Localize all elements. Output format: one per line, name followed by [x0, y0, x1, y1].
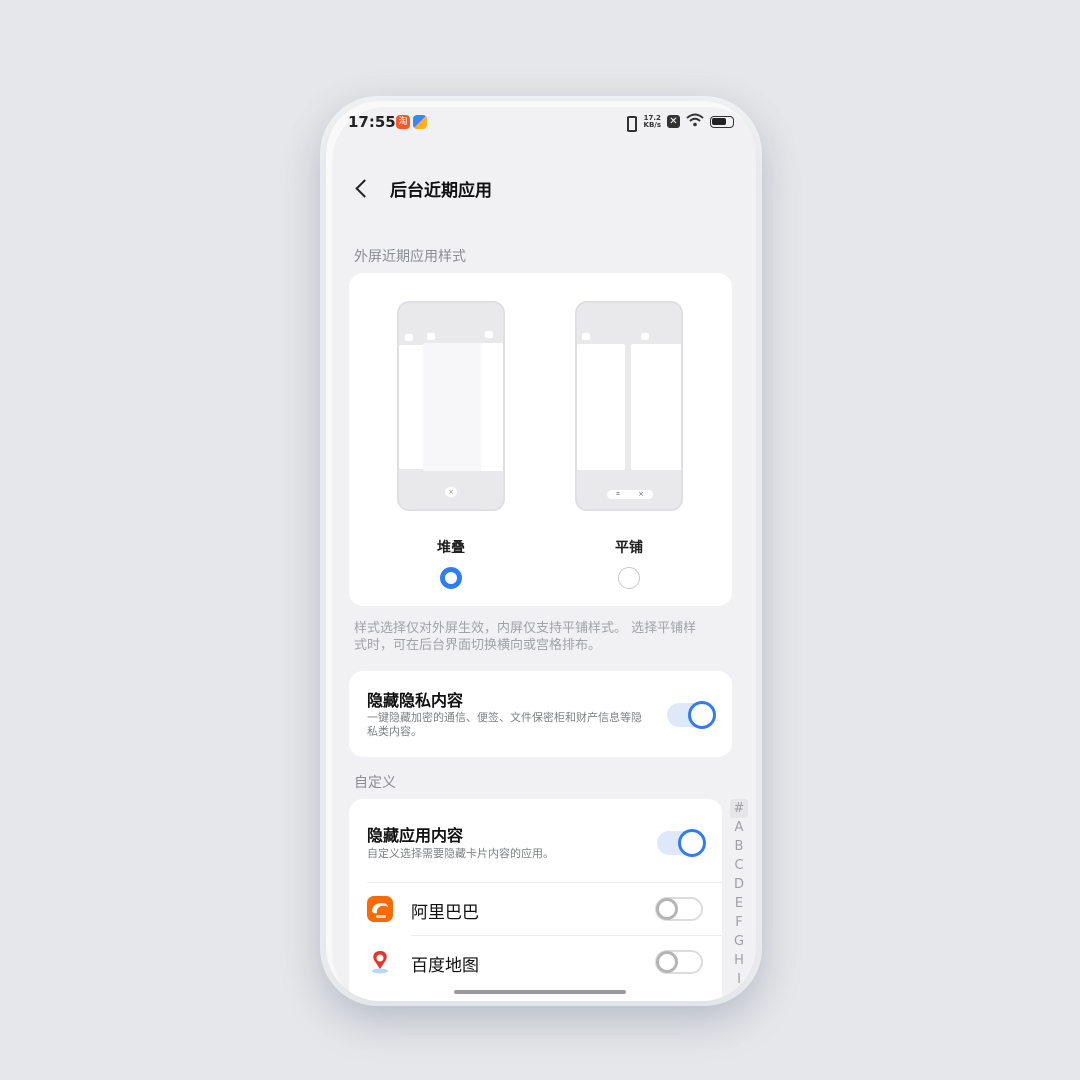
privacy-title: 隐藏隐私内容 [367, 691, 464, 710]
nfc-icon: ✕ [667, 115, 680, 128]
custom-card: 隐藏应用内容 自定义选择需要隐藏卡片内容的应用。 阿里巴巴 百度地图 [349, 799, 722, 1001]
stack-style-preview[interactable]: × [397, 301, 505, 511]
index-item[interactable]: D [730, 875, 748, 894]
index-item[interactable]: E [730, 894, 748, 913]
index-item[interactable]: B [730, 837, 748, 856]
index-item[interactable]: F [730, 913, 748, 932]
app-name-baidu-map: 百度地图 [411, 956, 479, 976]
privacy-desc: 一键隐藏加密的通信、便签、文件保密柜和财产信息等隐私类内容。 [367, 711, 642, 738]
dock-bar: ⌗ × [607, 490, 653, 499]
custom-section-label: 自定义 [354, 775, 396, 791]
hide-app-toggle[interactable] [657, 829, 706, 857]
option-tile-label: 平铺 [615, 540, 643, 556]
close-icon: × [445, 487, 457, 497]
stack-radio[interactable] [440, 567, 462, 589]
battery-icon [710, 115, 734, 128]
index-item[interactable]: I [730, 970, 748, 989]
hide-app-desc: 自定义选择需要隐藏卡片内容的应用。 [367, 847, 554, 860]
grid-icon: ⌗ [616, 490, 620, 498]
baidu-map-app-icon [367, 949, 393, 975]
status-time: 17:55 [348, 113, 396, 131]
taobao-notification-icon: 淘 [396, 115, 410, 129]
style-section-label: 外屏近期应用样式 [354, 249, 466, 265]
network-speed: 17.2 KB/s [643, 114, 661, 129]
back-icon[interactable] [352, 173, 372, 203]
phone-screen: 17:55 淘 17.2 KB/s ✕ 后台近期应用 外屏近期应用样式 × ⌗ … [326, 101, 756, 1001]
app-name-alibaba: 阿里巴巴 [411, 903, 479, 923]
style-card: × ⌗ × 堆叠 平铺 [349, 273, 732, 606]
index-item[interactable]: A [730, 818, 748, 837]
index-item[interactable]: G [730, 932, 748, 951]
app-notification-icon [413, 115, 427, 129]
wifi-icon [686, 113, 704, 130]
option-stack-label: 堆叠 [437, 540, 465, 556]
status-icons: 17.2 KB/s ✕ [622, 113, 734, 132]
index-item[interactable]: # [730, 799, 748, 818]
page-title: 后台近期应用 [390, 181, 492, 201]
index-item[interactable]: H [730, 951, 748, 970]
home-indicator[interactable] [454, 990, 626, 994]
index-item[interactable]: C [730, 856, 748, 875]
vibrate-icon [622, 115, 638, 132]
tile-radio[interactable] [618, 567, 640, 589]
close-icon: × [638, 490, 644, 498]
tile-style-preview[interactable]: ⌗ × [575, 301, 683, 511]
alphabet-index[interactable]: # A B C D E F G H I [730, 799, 748, 989]
privacy-card: 隐藏隐私内容 一键隐藏加密的通信、便签、文件保密柜和财产信息等隐私类内容。 [349, 671, 732, 757]
hide-app-title: 隐藏应用内容 [367, 826, 464, 845]
alibaba-app-icon [367, 896, 393, 922]
style-note: 样式选择仅对外屏生效，内屏仅支持平铺样式。 选择平铺样式时，可在后台界面切换横向… [354, 621, 697, 653]
net-speed-unit: KB/s [643, 120, 661, 129]
baidu-map-toggle[interactable] [655, 950, 703, 974]
alibaba-toggle[interactable] [655, 897, 703, 921]
privacy-toggle[interactable] [667, 701, 716, 729]
